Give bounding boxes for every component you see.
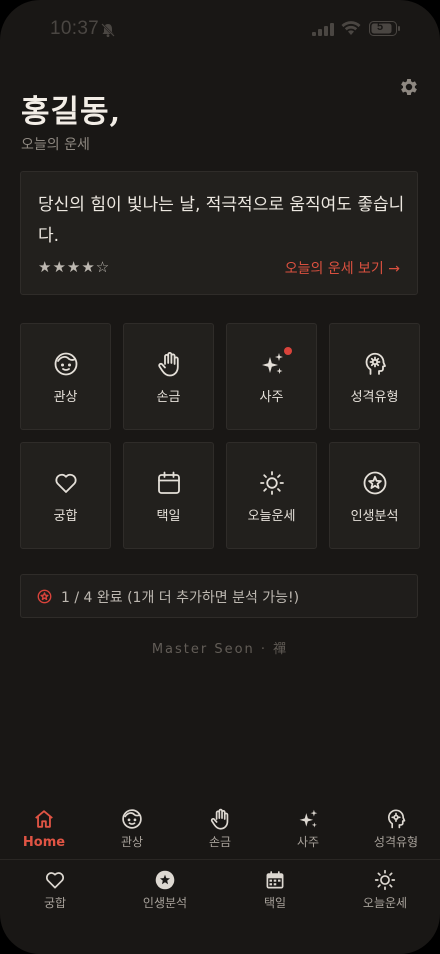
brain-icon — [387, 809, 406, 829]
view-fortune-link[interactable]: 오늘의 운세 보기 → — [285, 258, 400, 278]
page-subtitle: 오늘의 운세 — [21, 137, 90, 153]
progress-text: 1 / 4 완료 (1개 더 추가하면 분석 가능!) — [61, 590, 300, 606]
nav-item-life-analysis[interactable]: 인생분석 — [110, 860, 220, 920]
nav-item-today-fortune[interactable]: 오늘운세 — [330, 860, 440, 920]
nav-item-home[interactable]: Home — [0, 804, 88, 858]
tile-palm-reading[interactable]: 손금 — [123, 323, 214, 430]
heart-icon — [54, 473, 77, 493]
tile-compatibility[interactable]: 궁합 — [20, 442, 111, 549]
bottom-nav-primary: Home 관상 손금 사주 성격유형 — [0, 804, 440, 858]
fortune-rating: ★★★★☆ — [38, 258, 111, 276]
face-icon — [122, 809, 142, 829]
nav-item-saju[interactable]: 사주 — [264, 804, 352, 858]
status-time: 10:37 — [50, 18, 100, 39]
star-circle-icon — [37, 589, 52, 604]
nav-item-personality-type[interactable]: 성격유형 — [352, 804, 440, 858]
face-icon — [54, 352, 77, 376]
nav-label: 성격유형 — [373, 835, 419, 849]
hand-icon — [210, 808, 229, 830]
nav-item-compatibility[interactable]: 궁합 — [0, 860, 110, 920]
nav-label: 사주 — [296, 835, 320, 849]
gear-icon[interactable] — [398, 76, 420, 98]
nav-item-face-reading[interactable]: 관상 — [88, 804, 176, 858]
tile-saju[interactable]: 사주 — [226, 323, 317, 430]
nav-label: 택일 — [263, 896, 287, 910]
signal-icon — [312, 23, 334, 36]
notification-dot — [284, 347, 292, 355]
brand-footer: Master Seon · 禪 — [151, 642, 289, 657]
tile-label: 관상 — [53, 390, 78, 405]
tile-label: 인생분석 — [350, 509, 399, 524]
tile-label: 궁합 — [53, 509, 78, 524]
tile-today-fortune[interactable]: 오늘운세 — [226, 442, 317, 549]
tile-personality-type[interactable]: 성격유형 — [329, 323, 420, 430]
nav-label: 궁합 — [43, 896, 67, 910]
bell-slash-icon — [101, 23, 115, 37]
hand-icon — [157, 352, 179, 377]
sun-icon — [374, 869, 396, 891]
fortune-message: 당신의 힘이 빛나는 날, 적극적으로 움직여도 좋습니다. — [38, 195, 405, 246]
nav-label: 손금 — [208, 835, 232, 849]
home-icon — [35, 810, 53, 828]
nav-label: 오늘운세 — [362, 896, 408, 910]
sun-icon — [259, 471, 284, 495]
star-circle-icon — [155, 870, 175, 890]
nav-item-palm-reading[interactable]: 손금 — [176, 804, 264, 858]
feature-grid: 관상 손금 사주 성격유형 궁합 택일 오늘운세 인생분석 — [20, 323, 420, 549]
analysis-progress: 1 / 4 완료 (1개 더 추가하면 분석 가능!) — [20, 574, 418, 618]
tile-label: 사주 — [259, 390, 284, 405]
nav-label: Home — [22, 835, 66, 850]
calendar-icon — [157, 471, 180, 494]
nav-label: 관상 — [120, 835, 144, 849]
star-circle-icon — [363, 471, 386, 495]
nav-item-date-selection[interactable]: 택일 — [220, 860, 330, 920]
tile-label: 성격유형 — [350, 390, 399, 405]
nav-label: 인생분석 — [142, 896, 188, 910]
calendar-icon — [266, 871, 284, 889]
tile-face-reading[interactable]: 관상 — [20, 323, 111, 430]
user-greeting: 홍길동, — [21, 94, 122, 130]
bottom-nav-secondary: 궁합 인생분석 택일 오늘운세 — [0, 859, 440, 920]
sparkles-icon — [299, 809, 318, 828]
battery-level: 5 — [376, 21, 384, 33]
brain-icon — [365, 352, 386, 375]
tile-label: 택일 — [156, 509, 181, 524]
status-bar: 10:37 5 — [0, 0, 440, 60]
heart-icon — [45, 872, 65, 889]
wifi-icon — [341, 21, 361, 35]
daily-fortune-card: 당신의 힘이 빛나는 날, 적극적으로 움직여도 좋습니다. ★★★★☆ 오늘의… — [20, 171, 418, 295]
tile-label: 손금 — [156, 390, 181, 405]
app-screen: 10:37 5 홍길동, 오늘의 운세 당신의 힘이 빛나는 날, 적극적으로 … — [0, 0, 440, 954]
tile-life-analysis[interactable]: 인생분석 — [329, 442, 420, 549]
tile-label: 오늘운세 — [247, 509, 296, 524]
tile-date-selection[interactable]: 택일 — [123, 442, 214, 549]
sparkles-icon — [261, 353, 283, 374]
